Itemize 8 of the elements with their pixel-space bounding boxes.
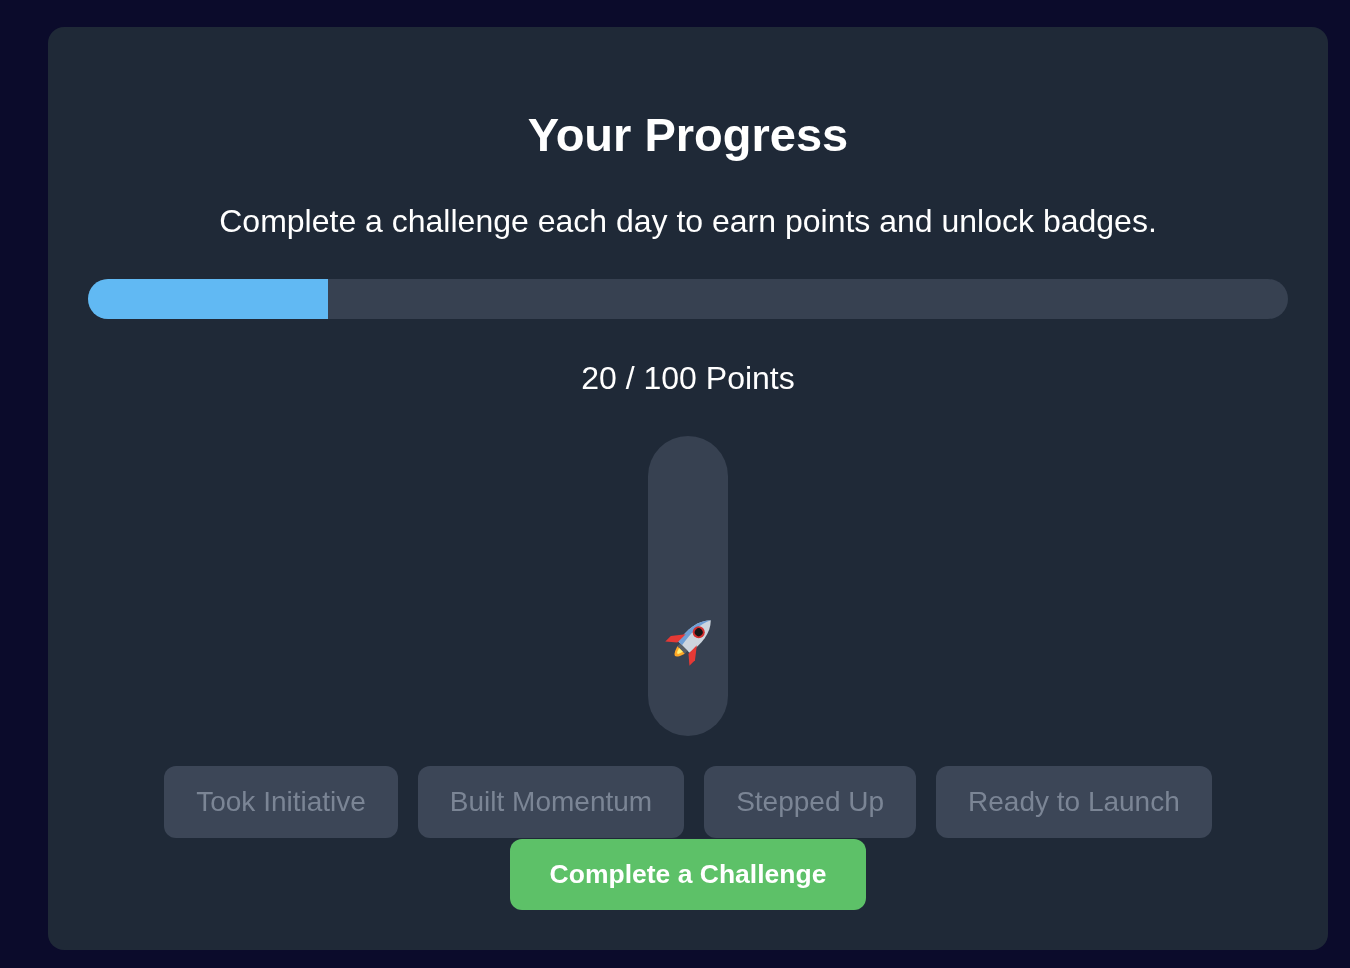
achievement-badge: Ready to Launch <box>936 766 1212 838</box>
achievement-badge: Took Initiative <box>164 766 398 838</box>
achievement-badge: Built Momentum <box>417 766 685 838</box>
achievement-badge: Stepped Up <box>704 766 917 838</box>
points-label: 20 / 100 Points <box>581 359 795 397</box>
card-subtitle: Complete a challenge each day to earn points and unlock badges. <box>219 202 1157 240</box>
complete-challenge-button[interactable]: Complete a Challenge <box>509 839 867 910</box>
card-title: Your Progress <box>527 107 849 163</box>
